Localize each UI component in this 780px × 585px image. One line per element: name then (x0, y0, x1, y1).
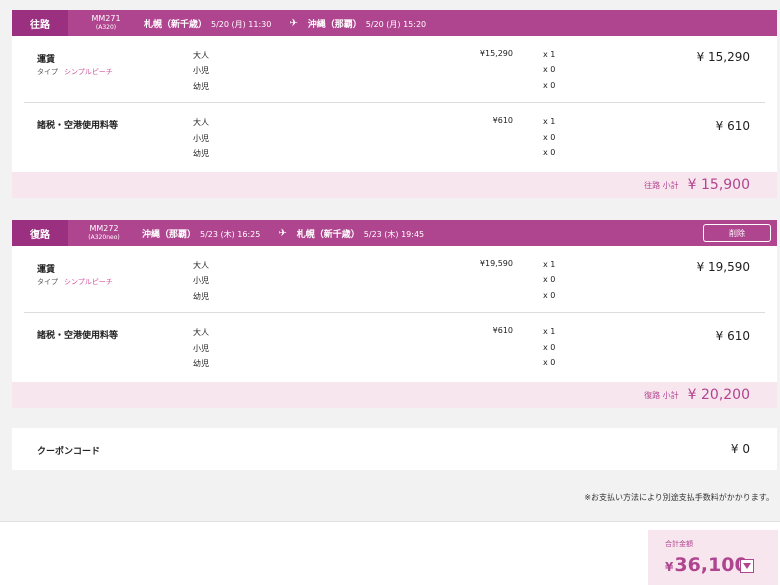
outbound-flight-info: MM271 (A320) (74, 14, 138, 32)
fare-type: タイプ シンプルピーチ (37, 277, 113, 287)
tax-total: ¥ 610 (715, 329, 750, 343)
pax-infant: 幼児 (193, 292, 209, 301)
outbound-arr-time: 5/20 (月) 15:20 (365, 19, 427, 29)
return-flight-info: MM272 (A320neo) (72, 224, 136, 242)
return-flight-number: MM272 (89, 224, 119, 233)
subtotal-label: 往路 小計 (644, 180, 679, 190)
payment-fee-note: ※お支払い方法により別途支払手数料がかかります。 (584, 493, 774, 502)
pax-child: 小児 (193, 276, 209, 285)
tax-title: 諸税・空港使用料等 (37, 121, 119, 131)
return-dep-city: 沖縄（那覇） (142, 229, 197, 240)
qty-child: x 0 (543, 133, 556, 142)
qty-adult: x 1 (543, 117, 556, 126)
pax-child: 小児 (193, 66, 209, 75)
pax-adult: 大人 (193, 118, 209, 127)
fare-type-label: タイプ (37, 278, 58, 286)
unit-price-adult: ¥19,590 (479, 259, 513, 268)
qty-child: x 0 (543, 275, 556, 284)
grand-total-box: 合計金額 ¥36,100 (648, 530, 778, 585)
outbound-arr-city: 沖縄（那覇） (307, 19, 362, 30)
qty-infant: x 0 (543, 81, 556, 90)
grand-total-amount: 36,100 (674, 554, 748, 576)
delete-return-button[interactable]: 削除 (703, 224, 771, 242)
airplane-icon: ✈ (278, 227, 287, 239)
coupon-amount: ¥ 0 (730, 442, 750, 456)
outbound-dep-city: 札幌（新千歳） (144, 19, 208, 30)
grand-total-currency: ¥ (665, 560, 674, 574)
pax-child: 小児 (193, 344, 209, 353)
outbound-dep-time: 5/20 (月) 11:30 (211, 19, 272, 29)
qty-adult: x 1 (543, 327, 556, 336)
coupon-label: クーポンコード (37, 447, 101, 457)
unit-price-adult: ¥610 (492, 116, 513, 125)
fare-total: ¥ 19,590 (696, 260, 750, 274)
pax-adult: 大人 (193, 261, 209, 270)
pax-adult: 大人 (193, 328, 209, 337)
grand-total-amount-wrap: ¥36,100 (665, 554, 748, 576)
qty-child: x 0 (543, 343, 556, 352)
outbound-arrival: 沖縄（那覇） 5/20 (月) 15:20 (308, 17, 426, 30)
subtotal-amount: ¥ 20,200 (687, 387, 750, 403)
qty-child: x 0 (543, 65, 556, 74)
grand-total-label: 合計金額 (665, 540, 693, 548)
outbound-aircraft: (A320) (95, 24, 117, 31)
return-arrival: 札幌（新千歳） 5/23 (木) 19:45 (297, 227, 424, 240)
return-header: 復路 MM272 (A320neo) 沖縄（那覇） 5/23 (木) 16:25… (12, 220, 777, 246)
outbound-fare-block: 運賃 タイプ シンプルピーチ 大人 小児 幼児 ¥15,290 x 1 x 0 x… (12, 36, 777, 103)
pax-infant: 幼児 (193, 82, 209, 91)
fare-type-value: シンプルピーチ (64, 278, 113, 286)
chevron-down-icon[interactable] (740, 559, 754, 573)
return-aircraft: (A320neo) (88, 234, 120, 241)
return-tax-block: 諸税・空港使用料等 大人 小児 幼児 ¥610 x 1 x 0 x 0 ¥ 61… (12, 313, 777, 382)
return-dep-time: 5/23 (木) 16:25 (200, 229, 261, 239)
unit-price-adult: ¥610 (492, 326, 513, 335)
outbound-card: 運賃 タイプ シンプルピーチ 大人 小児 幼児 ¥15,290 x 1 x 0 x… (12, 36, 777, 172)
return-tag: 復路 (12, 220, 68, 246)
return-card: 運賃 タイプ シンプルピーチ 大人 小児 幼児 ¥19,590 x 1 x 0 x… (12, 246, 777, 382)
fare-type: タイプ シンプルピーチ (37, 67, 113, 77)
outbound-header: 往路 MM271 (A320) 札幌（新千歳） 5/20 (月) 11:30 ✈… (12, 10, 777, 36)
outbound-tax-block: 諸税・空港使用料等 大人 小児 幼児 ¥610 x 1 x 0 x 0 ¥ 61… (12, 103, 777, 172)
airplane-icon: ✈ (289, 17, 298, 29)
return-fare-block: 運賃 タイプ シンプルピーチ 大人 小児 幼児 ¥19,590 x 1 x 0 x… (12, 246, 777, 313)
pax-infant: 幼児 (193, 149, 209, 158)
qty-adult: x 1 (543, 260, 556, 269)
tax-title: 諸税・空港使用料等 (37, 331, 119, 341)
outbound-departure: 札幌（新千歳） 5/20 (月) 11:30 (144, 17, 271, 30)
fare-type-value: シンプルピーチ (64, 68, 113, 76)
fare-title: 運賃 (37, 55, 56, 65)
qty-infant: x 0 (543, 148, 556, 157)
outbound-tag: 往路 (12, 10, 68, 36)
return-arr-city: 札幌（新千歳） (296, 229, 360, 240)
pax-infant: 幼児 (193, 359, 209, 368)
subtotal-amount: ¥ 15,900 (687, 177, 750, 193)
fare-type-label: タイプ (37, 68, 58, 76)
return-arr-time: 5/23 (木) 19:45 (363, 229, 425, 239)
fare-title: 運賃 (37, 265, 56, 275)
outbound-flight-number: MM271 (91, 14, 121, 23)
subtotal-label: 復路 小計 (644, 390, 679, 400)
return-segment: 復路 MM272 (A320neo) 沖縄（那覇） 5/23 (木) 16:25… (12, 220, 777, 408)
qty-infant: x 0 (543, 291, 556, 300)
pax-child: 小児 (193, 134, 209, 143)
fare-total: ¥ 15,290 (696, 50, 750, 64)
pax-adult: 大人 (193, 51, 209, 60)
return-subtotal: 復路 小計 ¥ 20,200 (12, 382, 777, 408)
return-departure: 沖縄（那覇） 5/23 (木) 16:25 (142, 227, 260, 240)
outbound-subtotal: 往路 小計 ¥ 15,900 (12, 172, 777, 198)
tax-total: ¥ 610 (715, 119, 750, 133)
qty-infant: x 0 (543, 358, 556, 367)
coupon-row: クーポンコード ¥ 0 (12, 428, 777, 470)
unit-price-adult: ¥15,290 (479, 49, 513, 58)
qty-adult: x 1 (543, 50, 556, 59)
outbound-segment: 往路 MM271 (A320) 札幌（新千歳） 5/20 (月) 11:30 ✈… (12, 10, 777, 198)
